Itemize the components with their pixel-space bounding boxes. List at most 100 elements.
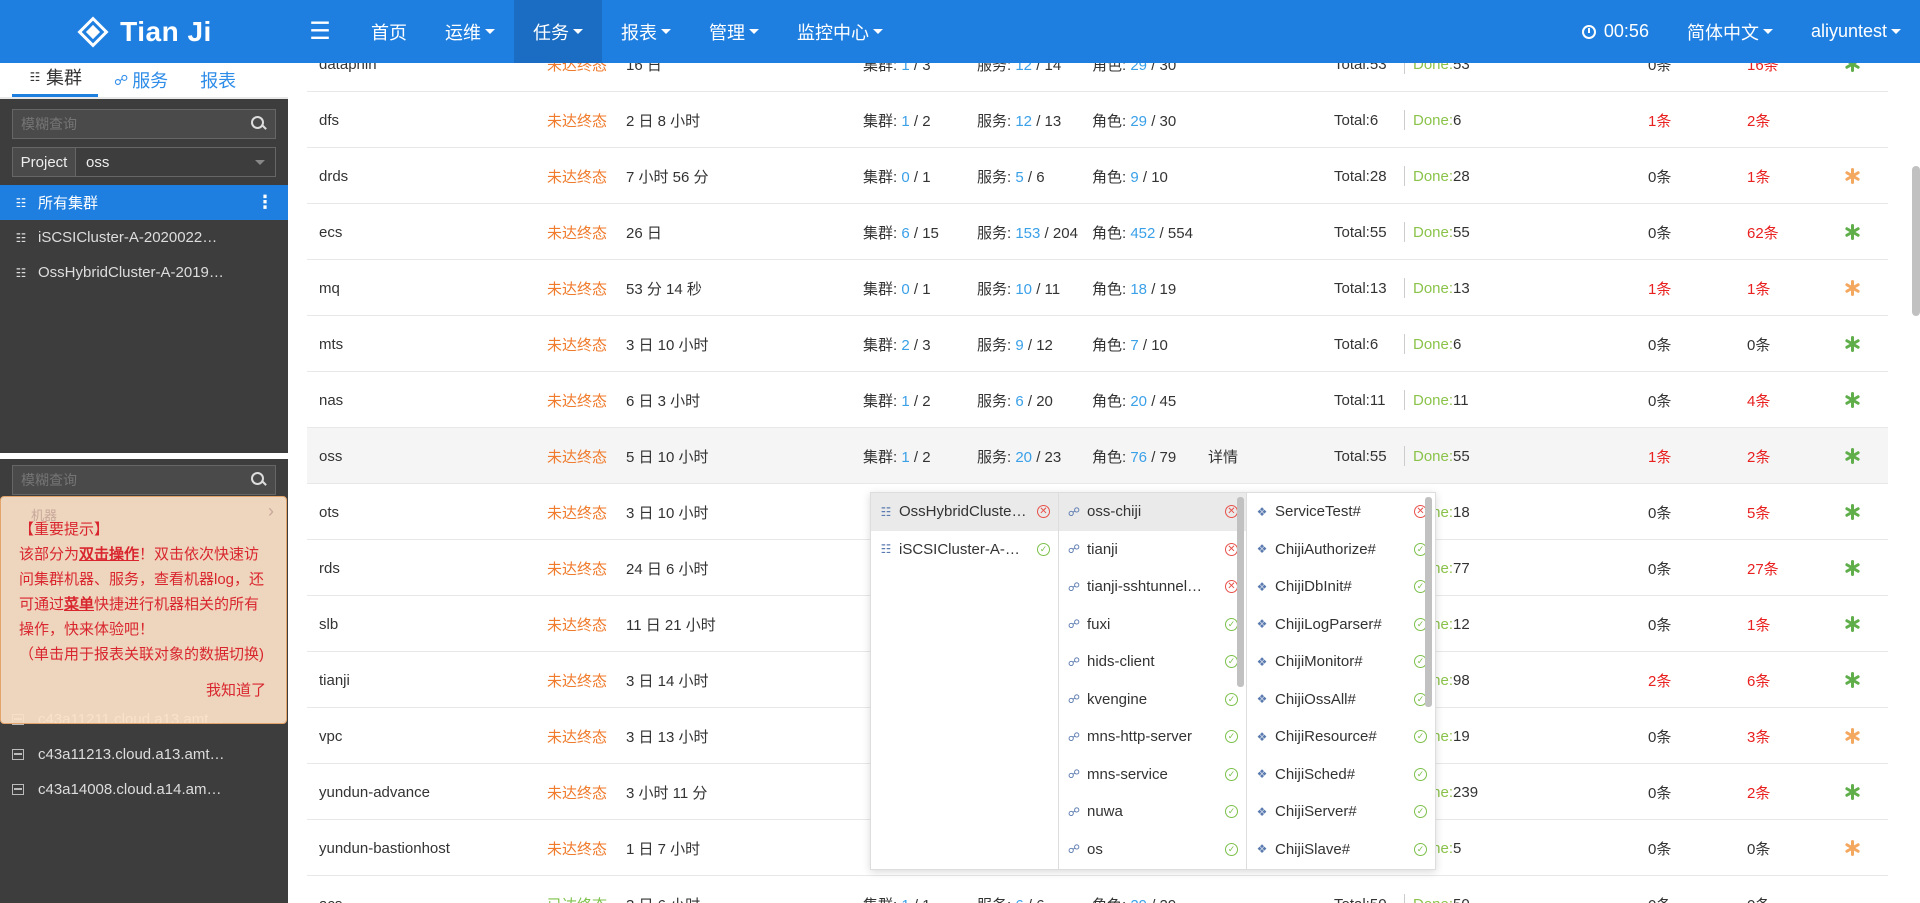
row-error-count[interactable]: 27条 <box>1747 540 1779 596</box>
popup-service-item[interactable]: ☍ mns-service ✓ <box>1059 756 1246 794</box>
row-alert-count[interactable]: 1条 <box>1648 428 1671 484</box>
cluster-item-all[interactable]: ☷ 所有集群 ⋮ <box>0 185 288 220</box>
row-alert-count[interactable]: 0条 <box>1648 596 1671 652</box>
popup-service-item[interactable]: ☍ mns-http-server ✓ <box>1059 718 1246 756</box>
nav-item-3[interactable]: 报表 <box>602 0 690 63</box>
row-action[interactable] <box>1844 540 1861 596</box>
popup-role-item[interactable]: ❖ ChijiAuthorize# ✓ <box>1247 531 1435 569</box>
popup-service-item[interactable]: ☍ kvengine ✓ <box>1059 681 1246 719</box>
popup-service-item[interactable]: ☍ hids-client ✓ <box>1059 643 1246 681</box>
popup-cluster-item[interactable]: ☷ iSCSICluster-A-… ✓ <box>871 531 1058 569</box>
table-row[interactable]: ecs 未达终态 26 日 集群: 6 / 15 服务: 153 / 204 角色: 45… <box>307 204 1888 260</box>
popup-role-item[interactable]: ❖ ChijiServer# ✓ <box>1247 793 1435 831</box>
row-detail-link[interactable]: 详情 <box>1208 428 1238 484</box>
row-alert-count[interactable]: 0条 <box>1648 316 1671 372</box>
popup-service-item[interactable]: ☍ os ✓ <box>1059 831 1246 869</box>
row-alert-count[interactable]: 0条 <box>1648 708 1671 764</box>
row-error-count[interactable]: 0条 <box>1747 876 1770 903</box>
popup-service-item[interactable]: ☍ oss-chiji ✕ <box>1059 493 1246 531</box>
row-error-count[interactable]: 1条 <box>1747 148 1770 204</box>
search-icon[interactable] <box>247 113 269 135</box>
row-error-count[interactable]: 1条 <box>1747 260 1770 316</box>
tab-clusters[interactable]: ☷ 集群 <box>12 60 98 97</box>
row-error-count[interactable]: 0条 <box>1747 316 1770 372</box>
row-action[interactable] <box>1844 204 1861 260</box>
table-row[interactable]: drds 未达终态 7 小时 56 分 集群: 0 / 1 服务: 5 / 6 角色: 9… <box>307 148 1888 204</box>
popup-service-scrollbar[interactable] <box>1237 497 1244 687</box>
row-alert-count[interactable]: 2条 <box>1648 652 1671 708</box>
row-alert-count[interactable]: 0条 <box>1648 148 1671 204</box>
table-row[interactable]: dfs 未达终态 2 日 8 小时 集群: 1 / 2 服务: 12 / 13 角色: 2… <box>307 92 1888 148</box>
row-alert-count[interactable]: 0条 <box>1648 540 1671 596</box>
row-action[interactable] <box>1844 652 1861 708</box>
machine-item[interactable]: c43a11213.cloud.a13.amt… <box>0 737 288 772</box>
row-alert-count[interactable]: 0条 <box>1648 764 1671 820</box>
row-action[interactable] <box>1844 820 1861 876</box>
row-error-count[interactable]: 5条 <box>1747 484 1770 540</box>
row-error-count[interactable]: 4条 <box>1747 372 1770 428</box>
brand-logo[interactable]: Tian Ji <box>0 0 288 63</box>
popup-service-item[interactable]: ☍ tianji-sshtunnel… ✕ <box>1059 568 1246 606</box>
row-action[interactable] <box>1844 764 1861 820</box>
nav-item-4[interactable]: 管理 <box>690 0 778 63</box>
table-row[interactable]: mts 未达终态 3 日 10 小时 集群: 2 / 3 服务: 9 / 12 角色: 7… <box>307 316 1888 372</box>
row-alert-count[interactable]: 0条 <box>1648 204 1671 260</box>
notice-confirm-button[interactable]: 我知道了 <box>206 678 266 703</box>
popup-role-item[interactable]: ❖ ChijiOssAll# ✓ <box>1247 681 1435 719</box>
nav-item-0[interactable]: 首页 <box>352 0 426 63</box>
popup-service-item[interactable]: ☍ tianji ✕ <box>1059 531 1246 569</box>
cluster-item-osshybrid[interactable]: ☷ OssHybridCluster-A-2019… <box>0 255 288 290</box>
popup-role-item[interactable]: ❖ ChijiSlave# ✓ <box>1247 831 1435 869</box>
row-alert-count[interactable]: 0条 <box>1648 372 1671 428</box>
machine-search-input[interactable] <box>13 472 247 488</box>
popup-cluster-item[interactable]: ☷ OssHybridCluste… ✕ <box>871 493 1058 531</box>
row-action[interactable] <box>1844 596 1861 652</box>
user-dropdown[interactable]: aliyuntest <box>1792 0 1920 63</box>
row-action[interactable] <box>1844 428 1861 484</box>
project-select[interactable]: oss <box>76 148 275 176</box>
row-action[interactable] <box>1844 372 1861 428</box>
row-action[interactable] <box>1844 148 1861 204</box>
popup-role-item[interactable]: ❖ ChijiDbInit# ✓ <box>1247 568 1435 606</box>
table-row[interactable]: nas 未达终态 6 日 3 小时 集群: 1 / 2 服务: 6 / 20 角色: 20… <box>307 372 1888 428</box>
language-dropdown[interactable]: 简体中文 <box>1668 0 1792 63</box>
machine-item[interactable]: c43a14008.cloud.a14.am… <box>0 772 288 807</box>
row-error-count[interactable]: 1条 <box>1747 596 1770 652</box>
row-error-count[interactable]: 6条 <box>1747 652 1770 708</box>
popup-role-item[interactable]: ❖ ChijiMonitor# ✓ <box>1247 643 1435 681</box>
row-action[interactable] <box>1844 316 1861 372</box>
row-error-count[interactable]: 3条 <box>1747 708 1770 764</box>
row-action[interactable] <box>1844 708 1861 764</box>
row-action[interactable] <box>1844 63 1861 92</box>
table-row[interactable]: oss 未达终态 5 日 10 小时 集群: 1 / 2 服务: 20 / 23 角色: … <box>307 428 1888 484</box>
table-row[interactable]: acs 已达终态 3 日 6 小时集群: 1 / 1 服务: 6 / 6 角色: 29 … <box>307 876 1888 903</box>
cluster-item-iscsi[interactable]: ☷ iSCSICluster-A-2020022… <box>0 220 288 255</box>
popup-service-item[interactable]: ☍ nuwa ✓ <box>1059 793 1246 831</box>
nav-item-1[interactable]: 运维 <box>426 0 514 63</box>
popup-role-item[interactable]: ❖ ChijiLogParser# ✓ <box>1247 606 1435 644</box>
row-alert-count[interactable]: 0条 <box>1648 63 1671 92</box>
nav-item-5[interactable]: 监控中心 <box>778 0 902 63</box>
row-error-count[interactable]: 0条 <box>1747 820 1770 876</box>
row-error-count[interactable]: 2条 <box>1747 428 1770 484</box>
row-error-count[interactable]: 2条 <box>1747 92 1770 148</box>
cluster-search-input[interactable] <box>13 116 247 132</box>
row-alert-count[interactable]: 0条 <box>1648 876 1671 903</box>
row-alert-count[interactable]: 0条 <box>1648 484 1671 540</box>
popup-role-scrollbar[interactable] <box>1425 497 1432 707</box>
page-scrollbar[interactable] <box>1912 166 1920 316</box>
sidebar-divider[interactable] <box>0 453 288 459</box>
row-alert-count[interactable]: 1条 <box>1648 260 1671 316</box>
row-error-count[interactable]: 62条 <box>1747 204 1779 260</box>
tab-reports[interactable]: 报表 <box>184 63 252 97</box>
popup-role-item[interactable]: ❖ ChijiResource# ✓ <box>1247 718 1435 756</box>
more-options-icon[interactable]: ⋮ <box>256 192 274 213</box>
tab-services[interactable]: ☍ 服务 <box>98 63 184 97</box>
nav-item-2[interactable]: 任务 <box>514 0 602 63</box>
row-action[interactable] <box>1844 484 1861 540</box>
row-action[interactable] <box>1844 260 1861 316</box>
popup-role-item[interactable]: ❖ ChijiSched# ✓ <box>1247 756 1435 794</box>
popup-role-item[interactable]: ❖ ServiceTest# ✕ <box>1247 493 1435 531</box>
table-row[interactable]: mq 未达终态 53 分 14 秒 集群: 0 / 1 服务: 10 / 11 角色: 1… <box>307 260 1888 316</box>
menu-toggle-icon[interactable]: ☰ <box>288 0 352 63</box>
